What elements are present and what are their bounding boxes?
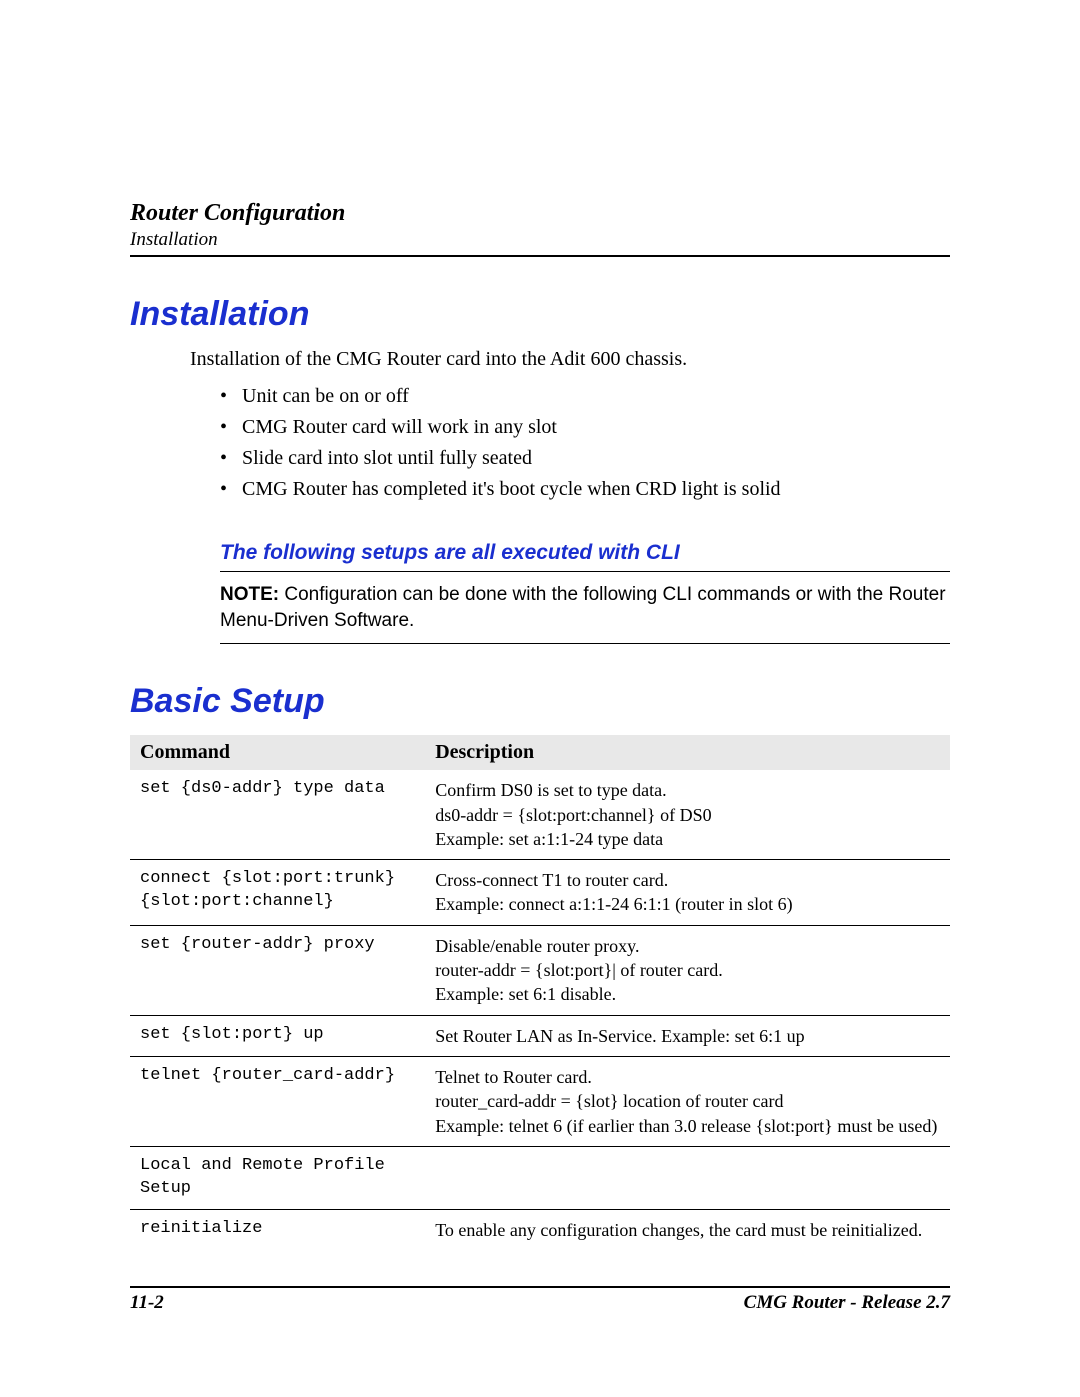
command-table: Command Description set {ds0-addr} type … [130, 735, 950, 1250]
cell-command: set {ds0-addr} type data [130, 770, 425, 859]
table-row: set {ds0-addr} type data Confirm DS0 is … [130, 770, 950, 859]
bullet-item: Slide card into slot until fully seated [220, 443, 950, 474]
cell-description [425, 1146, 950, 1209]
cell-command: telnet {router_card-addr} [130, 1056, 425, 1146]
footer-page: 11-2 [130, 1292, 164, 1314]
table-row: Local and Remote Profile Setup [130, 1146, 950, 1209]
header-rule [130, 255, 950, 257]
installation-bullets: Unit can be on or off CMG Router card wi… [220, 381, 950, 505]
section-heading-installation: Installation [130, 295, 950, 334]
installation-intro: Installation of the CMG Router card into… [190, 348, 950, 371]
bullet-item: CMG Router card will work in any slot [220, 412, 950, 443]
cell-command: set {slot:port} up [130, 1015, 425, 1056]
bullet-item: Unit can be on or off [220, 381, 950, 412]
cell-command: set {router-addr} proxy [130, 925, 425, 1015]
note-label: NOTE: [220, 584, 279, 605]
bullet-item: CMG Router has completed it's boot cycle… [220, 474, 950, 505]
cell-command: connect {slot:port:trunk} {slot:port:cha… [130, 860, 425, 926]
table-row: connect {slot:port:trunk} {slot:port:cha… [130, 860, 950, 926]
table-header-row: Command Description [130, 735, 950, 770]
cell-command: Local and Remote Profile Setup [130, 1146, 425, 1209]
cell-description: Cross-connect T1 to router card.Example:… [425, 860, 950, 926]
footer-product: CMG Router - Release 2.7 [744, 1292, 950, 1314]
cell-description: Disable/enable router proxy.router-addr … [425, 925, 950, 1015]
cell-description: Telnet to Router card.router_card-addr =… [425, 1056, 950, 1146]
table-row: set {slot:port} up Set Router LAN as In-… [130, 1015, 950, 1056]
cell-description: To enable any configuration changes, the… [425, 1209, 950, 1250]
cli-subheading: The following setups are all executed wi… [220, 541, 950, 565]
col-head-description: Description [425, 735, 950, 770]
cell-command: reinitialize [130, 1209, 425, 1250]
table-row: reinitialize To enable any configuration… [130, 1209, 950, 1250]
note-body: Configuration can be done with the follo… [220, 584, 946, 631]
section-heading-basic-setup: Basic Setup [130, 682, 950, 721]
cell-description: Set Router LAN as In-Service. Example: s… [425, 1015, 950, 1056]
table-row: telnet {router_card-addr} Telnet to Rout… [130, 1056, 950, 1146]
header-title: Router Configuration [130, 200, 950, 227]
header-subtitle: Installation [130, 229, 950, 251]
col-head-command: Command [130, 735, 425, 770]
page-footer: 11-2 CMG Router - Release 2.7 [130, 1292, 950, 1314]
table-row: set {router-addr} proxy Disable/enable r… [130, 925, 950, 1015]
note-box: NOTE: Configuration can be done with the… [220, 571, 950, 644]
footer-rule [130, 1286, 950, 1288]
page-header: Router Configuration Installation [130, 200, 950, 257]
page: Router Configuration Installation Instal… [0, 0, 1080, 1397]
cell-description: Confirm DS0 is set to type data.ds0-addr… [425, 770, 950, 859]
note-text: NOTE: Configuration can be done with the… [220, 582, 950, 633]
